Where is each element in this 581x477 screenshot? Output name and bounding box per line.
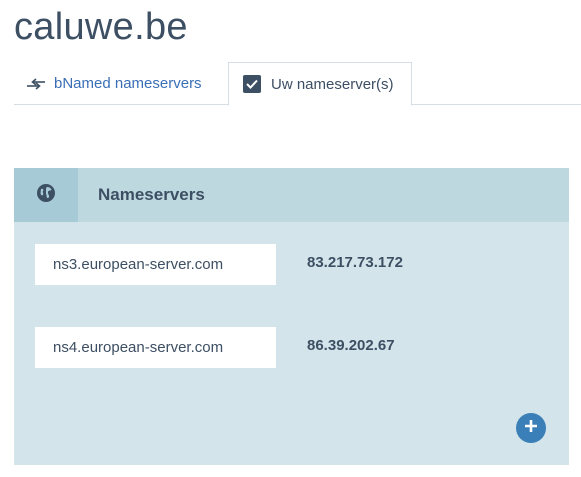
panel-icon-box <box>14 168 78 222</box>
plus-circle-icon <box>523 418 539 439</box>
checkbox-checked-icon[interactable] <box>243 75 261 93</box>
tab-own-nameservers[interactable]: Uw nameserver(s) <box>228 62 412 106</box>
nameserver-hostname-field[interactable]: ns4.european-server.com <box>35 327 276 368</box>
panel-header: Nameservers <box>14 168 569 222</box>
add-nameserver-button[interactable] <box>516 413 546 443</box>
swap-arrows-icon <box>26 77 46 91</box>
panel-title: Nameservers <box>98 185 205 204</box>
page-title: caluwe.be <box>14 6 188 48</box>
tab-own-label: Uw nameserver(s) <box>271 75 394 93</box>
nameserver-hostname-field[interactable]: ns3.european-server.com <box>35 244 276 285</box>
tab-bnamed-nameservers[interactable]: bNamed nameservers <box>26 62 202 105</box>
globe-icon <box>36 183 56 208</box>
nameserver-ip: 86.39.202.67 <box>307 337 395 354</box>
page: caluwe.be bNamed nameservers Uw nameserv… <box>0 0 581 477</box>
tab-bar: bNamed nameservers Uw nameserver(s) <box>14 62 581 106</box>
tab-bnamed-label: bNamed nameservers <box>54 75 202 92</box>
nameserver-ip: 83.217.73.172 <box>307 254 403 271</box>
nameservers-panel: Nameservers ns3.european-server.com 83.2… <box>14 168 569 465</box>
